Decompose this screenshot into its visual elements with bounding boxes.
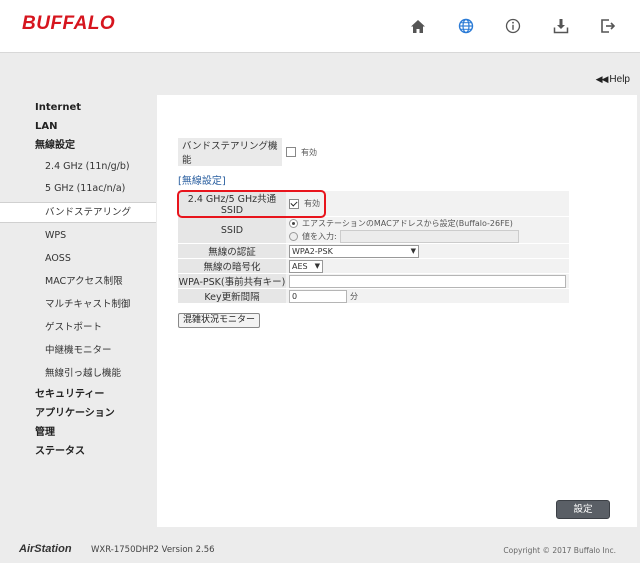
sidebar-item-band-steering[interactable]: バンドステアリング xyxy=(0,202,156,223)
ssid-manual-option: 値を入力: xyxy=(302,231,337,241)
encryption-select[interactable]: AES ▼ xyxy=(289,259,323,273)
home-icon[interactable] xyxy=(406,14,430,38)
chevron-down-icon: ▼ xyxy=(410,246,416,255)
sidebar-item-applications[interactable]: アプリケーション xyxy=(0,404,156,424)
ssid-mac-option: エアステーションのMACアドレスから設定(Buffalo-26FE) xyxy=(302,218,513,228)
help-link[interactable]: ◀◀ Help xyxy=(596,74,630,85)
main-panel: バンドステアリング機能 有効 [無線設定] 2.4 GHz/5 GHz共通SSI… xyxy=(157,95,637,527)
header-bar: BUFFALO xyxy=(0,0,640,53)
buffalo-logo[interactable]: BUFFALO xyxy=(22,13,115,35)
sidebar-item-5ghz[interactable]: 5 GHz (11ac/n/a) xyxy=(0,179,156,199)
auth-label: 無線の認証 xyxy=(178,243,286,259)
key-interval-input[interactable]: 0 xyxy=(289,289,347,303)
band-steering-label: バンドステアリング機能 xyxy=(178,138,282,166)
help-arrow-icon: ◀◀ xyxy=(595,74,609,84)
ssid-label: SSID xyxy=(178,216,286,244)
sidebar-item-repeater-monitor[interactable]: 中継機モニター xyxy=(0,341,156,361)
ssid-manual-radio[interactable] xyxy=(289,231,298,241)
sidebar-item-mac-filter[interactable]: MACアクセス制限 xyxy=(0,272,156,292)
highlight-box xyxy=(177,190,326,218)
model-version: WXR-1750DHP2 Version 2.56 xyxy=(91,545,215,555)
sidebar-item-lan[interactable]: LAN xyxy=(0,117,156,137)
band-steering-table: バンドステアリング機能 有効 xyxy=(178,138,321,166)
airstation-logo: AirStation xyxy=(19,543,72,555)
band-steering-enable-label: 有効 xyxy=(301,147,317,157)
info-icon[interactable] xyxy=(501,14,525,38)
auth-select[interactable]: WPA2-PSK ▼ xyxy=(289,244,419,258)
auth-select-value: WPA2-PSK xyxy=(292,246,333,256)
copyright: Copyright © 2017 Buffalo Inc. xyxy=(503,546,616,555)
sidebar-item-multicast[interactable]: マルチキャスト制御 xyxy=(0,295,156,315)
key-interval-label: Key更新間隔 xyxy=(178,288,286,304)
band-steering-checkbox[interactable] xyxy=(286,147,296,157)
section-title-wireless: [無線設定] xyxy=(178,176,226,187)
ssid-manual-input[interactable] xyxy=(339,229,519,243)
sidebar-item-guest-port[interactable]: ゲストポート xyxy=(0,318,156,338)
sidebar-item-wps[interactable]: WPS xyxy=(0,226,156,246)
psk-input[interactable] xyxy=(289,274,566,288)
logout-icon[interactable] xyxy=(596,14,620,38)
sidebar-item-24ghz[interactable]: 2.4 GHz (11n/g/b) xyxy=(0,157,156,177)
sidebar-item-internet[interactable]: Internet xyxy=(0,98,156,118)
help-label: Help xyxy=(609,74,630,85)
congestion-monitor-button[interactable]: 混雑状況モニター xyxy=(178,313,261,328)
sidebar-item-aoss[interactable]: AOSS xyxy=(0,249,156,269)
sidebar-item-admin[interactable]: 管理 xyxy=(0,423,156,443)
sidebar-item-wireless-migration[interactable]: 無線引っ越し機能 xyxy=(0,364,156,384)
ssid-mac-radio[interactable] xyxy=(289,218,298,228)
sidebar-item-security[interactable]: セキュリティー xyxy=(0,385,156,405)
key-interval-unit: 分 xyxy=(350,291,359,301)
psk-label: WPA-PSK(事前共有キー) xyxy=(178,273,286,289)
apply-button[interactable]: 設定 xyxy=(556,500,610,519)
download-icon[interactable] xyxy=(549,14,573,38)
globe-icon[interactable] xyxy=(454,14,478,38)
sidebar-item-status[interactable]: ステータス xyxy=(0,442,156,462)
encryption-label: 無線の暗号化 xyxy=(178,258,286,274)
chevron-down-icon: ▼ xyxy=(314,261,320,270)
encryption-select-value: AES xyxy=(292,261,308,271)
sidebar-item-wireless[interactable]: 無線設定 xyxy=(0,136,156,156)
